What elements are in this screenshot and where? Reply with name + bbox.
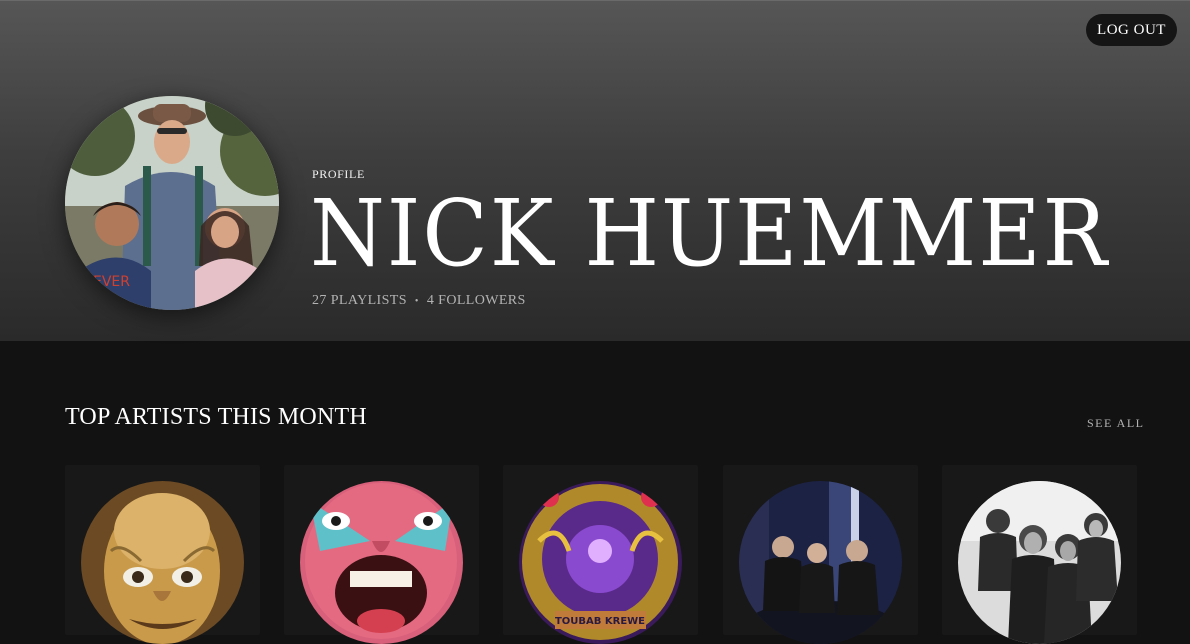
logout-button[interactable]: LOG OUT — [1086, 14, 1177, 46]
crimson-king-face-icon — [300, 481, 463, 644]
psychedelic-album-icon: TOUBAB KREWE — [519, 481, 682, 644]
profile-stats: 27 PLAYLISTS • 4 FOLLOWERS — [312, 293, 526, 309]
artist-card[interactable] — [723, 465, 918, 644]
followers-count[interactable]: 4 FOLLOWERS — [427, 293, 526, 309]
artist-card[interactable] — [942, 465, 1137, 644]
album-artwork-text: TOUBAB KREWE — [555, 616, 645, 627]
artist-card[interactable] — [65, 465, 260, 644]
svg-text:EVER: EVER — [93, 274, 130, 290]
stats-separator: • — [414, 295, 419, 307]
user-name: NICK HUEMMER — [310, 180, 1109, 287]
gentle-giant-face-icon — [81, 481, 244, 644]
profile-avatar: EVER — [65, 96, 279, 310]
avatar-photo-icon: EVER — [65, 96, 279, 310]
top-artists-title: TOP ARTISTS THIS MONTH — [65, 404, 367, 430]
profile-header: LOG OUT EVER PROFILE NICK HUEMMER 27 PLA… — [0, 0, 1190, 341]
playlists-count[interactable]: 27 PLAYLISTS — [312, 293, 407, 309]
see-all-link[interactable]: SEE ALL — [1087, 416, 1145, 431]
artist-card[interactable]: TOUBAB KREWE — [503, 465, 698, 644]
band-photo-monochrome-icon — [958, 481, 1121, 644]
artist-card[interactable] — [284, 465, 479, 644]
band-photo-color-icon — [739, 481, 902, 644]
